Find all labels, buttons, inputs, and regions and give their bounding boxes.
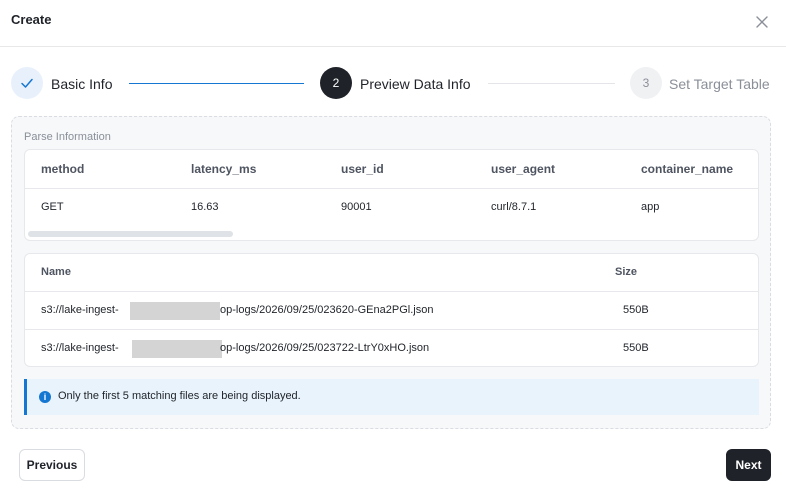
horizontal-scrollbar[interactable] xyxy=(28,231,233,237)
step-connector-2 xyxy=(488,83,615,84)
file-size: 550B xyxy=(623,304,649,316)
step-3-label: Set Target Table xyxy=(669,76,770,92)
parse-table-header: method latency_ms user_id user_agent con… xyxy=(25,150,758,189)
table-cell: curl/8.7.1 xyxy=(491,201,537,213)
file-name-prefix: s3://lake-ingest- xyxy=(41,342,122,354)
step-connector-1 xyxy=(129,83,304,84)
table-cell: GET xyxy=(41,201,64,213)
column-header: Size xyxy=(615,266,638,278)
step-1-check-icon xyxy=(11,67,43,99)
column-header: container_name xyxy=(641,162,734,176)
redacted-block xyxy=(130,302,220,320)
parse-section-label: Parse Information xyxy=(24,131,111,143)
next-button[interactable]: Next xyxy=(726,449,771,481)
column-header: method xyxy=(41,162,85,176)
table-cell: 16.63 xyxy=(191,201,219,213)
column-header: Name xyxy=(41,266,71,278)
dialog-title: Create xyxy=(11,12,52,27)
dialog-header: Create xyxy=(0,0,786,47)
preview-panel: Parse Information method latency_ms user… xyxy=(11,116,771,429)
table-cell: app xyxy=(641,201,660,213)
file-table-header: Name Size xyxy=(25,254,758,292)
table-row: GET 16.63 90001 curl/8.7.1 app xyxy=(25,189,758,228)
column-header: latency_ms xyxy=(191,162,257,176)
info-icon: i xyxy=(39,391,51,403)
previous-button[interactable]: Previous xyxy=(19,449,85,481)
file-size: 550B xyxy=(623,342,649,354)
step-2-number: 2 xyxy=(320,67,352,99)
step-3-number: 3 xyxy=(630,67,662,99)
table-row: s3://lake-ingest- op-logs/2026/09/25/023… xyxy=(25,330,758,366)
file-name-prefix: s3://lake-ingest- xyxy=(41,304,119,316)
file-table: Name Size s3://lake-ingest- op-logs/2026… xyxy=(24,253,759,367)
info-notice: i Only the first 5 matching files are be… xyxy=(24,379,759,415)
parse-table: method latency_ms user_id user_agent con… xyxy=(24,149,759,241)
stepper: Basic Info 2 Preview Data Info 3 Set Tar… xyxy=(11,67,771,101)
step-2-label: Preview Data Info xyxy=(360,76,471,92)
notice-text: Only the first 5 matching files are bein… xyxy=(58,390,301,402)
table-row: s3://lake-ingest- op-logs/2026/09/25/023… xyxy=(25,292,758,330)
table-cell: 90001 xyxy=(341,201,372,213)
redacted-block xyxy=(132,340,222,358)
step-1-label: Basic Info xyxy=(51,76,113,92)
close-icon[interactable] xyxy=(752,12,772,32)
file-name-suffix: op-logs/2026/09/25/023620-GEna2PGl.json xyxy=(220,304,434,316)
column-header: user_id xyxy=(341,162,384,176)
file-name-suffix: op-logs/2026/09/25/023722-LtrY0xHO.json xyxy=(220,342,430,354)
column-header: user_agent xyxy=(491,162,556,176)
